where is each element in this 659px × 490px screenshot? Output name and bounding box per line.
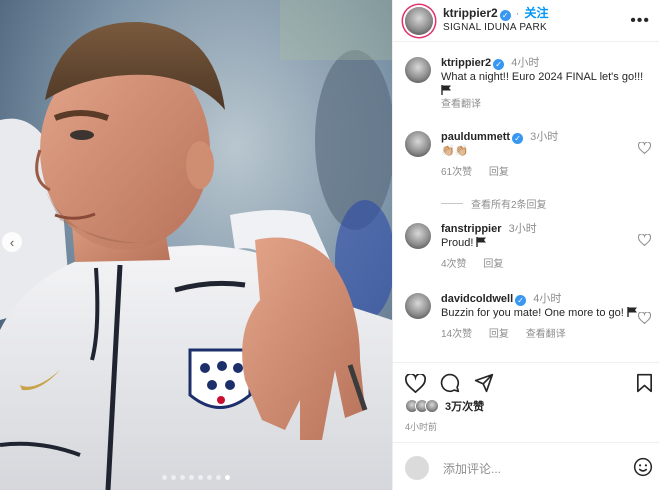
post-photo[interactable]: ‹ <box>0 0 392 490</box>
verified-icon: ✓ <box>499 10 511 21</box>
carousel-dot <box>207 475 212 480</box>
carousel-dot <box>216 475 221 480</box>
comment-time: 4小时 <box>533 293 562 305</box>
emoji-button[interactable] <box>633 457 653 480</box>
flag-icon <box>476 237 487 247</box>
comment-likes[interactable]: 14次赞 <box>441 329 472 340</box>
comment-text: Proud! <box>441 237 474 249</box>
comment-icon <box>440 373 460 393</box>
share-icon <box>474 373 494 393</box>
like-button[interactable] <box>405 373 426 393</box>
verified-icon: ✓ <box>515 295 527 306</box>
heart-icon[interactable] <box>638 234 651 246</box>
post-image <box>0 0 392 490</box>
liker-avatar <box>425 399 439 413</box>
current-user-avatar <box>405 456 429 480</box>
post-action-bar <box>405 372 653 394</box>
post-timestamp: 4小时前 <box>405 422 438 432</box>
commenter-avatar[interactable] <box>405 223 431 249</box>
follow-button[interactable]: 关注 <box>524 6 548 20</box>
carousel-dot <box>162 475 167 480</box>
comment-time: 3小时 <box>530 131 559 143</box>
comment-time: 3小时 <box>508 223 537 235</box>
verified-icon: ✓ <box>512 133 524 144</box>
comment-item: fanstrippier 3小时 Proud! 4次赞 回复 <box>405 222 653 272</box>
carousel-dot <box>189 475 194 480</box>
reply-button[interactable]: 回复 <box>483 259 503 270</box>
flag-icon <box>627 307 637 317</box>
author-username[interactable]: ktrippier2 <box>443 6 498 20</box>
heart-icon[interactable] <box>638 312 651 324</box>
comment-text: Buzzin for you mate! One more to go! <box>441 307 624 319</box>
comment-item: pauldummett ✓ 3小时 👏🏼👏🏼 61次赞 回复 <box>405 130 653 180</box>
see-translation-link[interactable]: 查看翻译 <box>526 329 566 340</box>
heart-icon <box>405 373 426 393</box>
carousel-dot <box>225 475 230 480</box>
carousel-dot <box>180 475 185 480</box>
comment-button[interactable] <box>440 373 460 393</box>
divider <box>393 362 659 363</box>
comment-likes[interactable]: 61次赞 <box>441 167 472 178</box>
more-options-icon[interactable]: ••• <box>630 12 650 30</box>
location-link[interactable]: SIGNAL IDUNA PARK <box>443 21 549 35</box>
caption-username[interactable]: ktrippier2 <box>441 57 491 69</box>
commenter-avatar[interactable] <box>405 293 431 319</box>
share-button[interactable] <box>474 373 494 393</box>
reply-button[interactable]: 回复 <box>489 167 509 178</box>
emoji-icon <box>633 457 653 476</box>
caption-avatar[interactable] <box>405 57 431 83</box>
save-button[interactable] <box>636 373 653 393</box>
commenter-avatar[interactable] <box>405 131 431 157</box>
comment-likes[interactable]: 4次赞 <box>441 259 467 270</box>
carousel-dot <box>198 475 203 480</box>
post-sidebar: ktrippier2 ✓ · 关注 SIGNAL IDUNA PARK ••• k… <box>392 0 659 490</box>
heart-icon[interactable] <box>638 142 651 154</box>
carousel-dots <box>0 475 392 480</box>
author-avatar[interactable] <box>405 6 433 35</box>
add-comment-input[interactable]: 添加评论... <box>443 460 501 477</box>
divider <box>393 442 659 443</box>
caption-text: What a night!! Euro 2024 FINAL let's go!… <box>441 71 644 83</box>
reply-button[interactable]: 回复 <box>489 329 509 340</box>
caption-time: 4小时 <box>511 57 540 69</box>
comment-username[interactable]: fanstrippier <box>441 223 502 235</box>
comment-text: 👏🏼👏🏼 <box>441 145 469 157</box>
post-header: ktrippier2 ✓ · 关注 SIGNAL IDUNA PARK ••• <box>393 0 659 42</box>
comment-item: davidcoldwell ✓ 4小时 Buzzin for you mate! … <box>405 292 653 342</box>
chevron-left-icon: ‹ <box>9 234 15 250</box>
likes-summary[interactable]: 3万次赞 <box>405 398 484 414</box>
comment-username[interactable]: pauldummett <box>441 131 510 143</box>
view-replies-link[interactable]: 查看所有2条回复 <box>441 196 547 211</box>
bookmark-icon <box>636 373 652 393</box>
see-translation-link[interactable]: 查看翻译 <box>441 98 653 112</box>
likes-count[interactable]: 3万次赞 <box>445 398 484 414</box>
caption: ktrippier2 ✓ 4小时 What a night!! Euro 2024… <box>405 56 653 112</box>
verified-icon: ✓ <box>493 59 505 70</box>
flag-icon <box>441 85 451 95</box>
previous-image-button[interactable]: ‹ <box>2 232 22 252</box>
add-comment-bar: 添加评论... <box>405 454 653 482</box>
comment-username[interactable]: davidcoldwell <box>441 293 513 305</box>
carousel-dot <box>171 475 176 480</box>
